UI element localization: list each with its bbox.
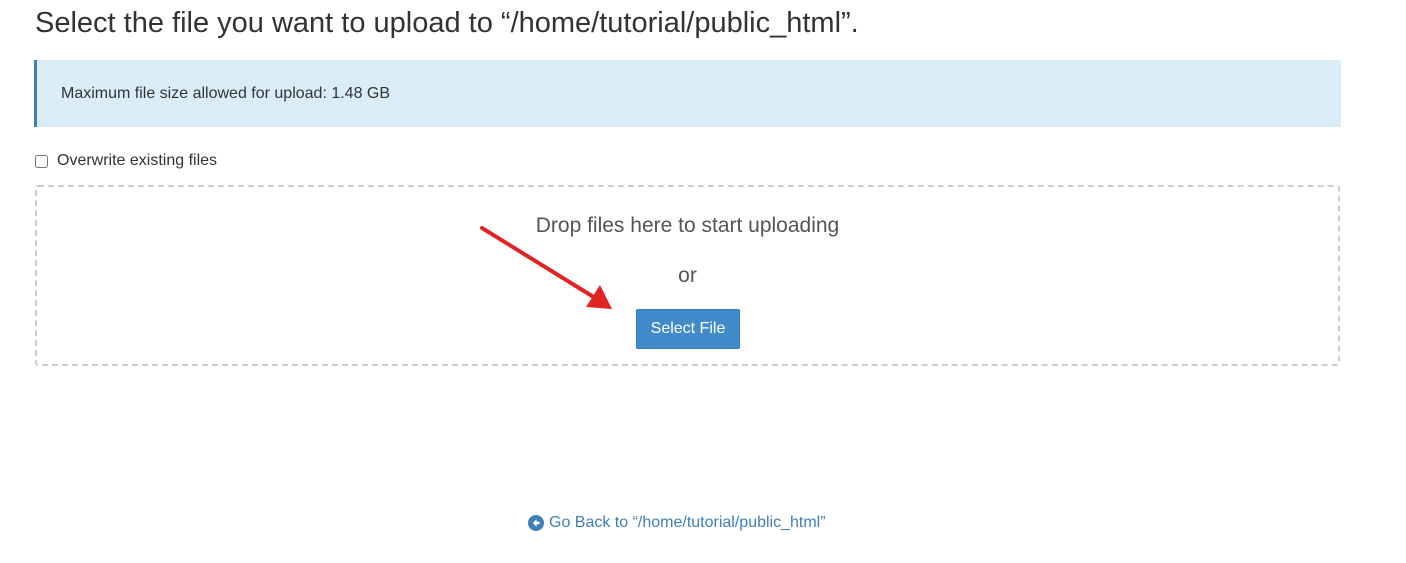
- overwrite-label[interactable]: Overwrite existing files: [57, 152, 217, 170]
- circle-arrow-left-icon: [528, 515, 544, 531]
- go-back-label: Go Back to “/home/tutorial/public_html”: [549, 514, 826, 531]
- go-back-link[interactable]: Go Back to “/home/tutorial/public_html”: [528, 514, 826, 532]
- dropzone-or-separator: or: [678, 264, 697, 287]
- overwrite-option: Overwrite existing files: [34, 150, 217, 172]
- file-dropzone[interactable]: Drop files here to start uploading or Se…: [35, 185, 1340, 366]
- select-file-button[interactable]: Select File: [636, 309, 740, 349]
- upload-page: Select the file you want to upload to “/…: [0, 0, 1406, 563]
- max-file-size-alert: Maximum file size allowed for upload: 1.…: [34, 60, 1341, 127]
- page-title: Select the file you want to upload to “/…: [35, 7, 859, 39]
- alert-message: Maximum file size allowed for upload: 1.…: [61, 84, 391, 102]
- dropzone-instruction: Drop files here to start uploading: [535, 214, 840, 237]
- overwrite-checkbox[interactable]: [35, 154, 48, 168]
